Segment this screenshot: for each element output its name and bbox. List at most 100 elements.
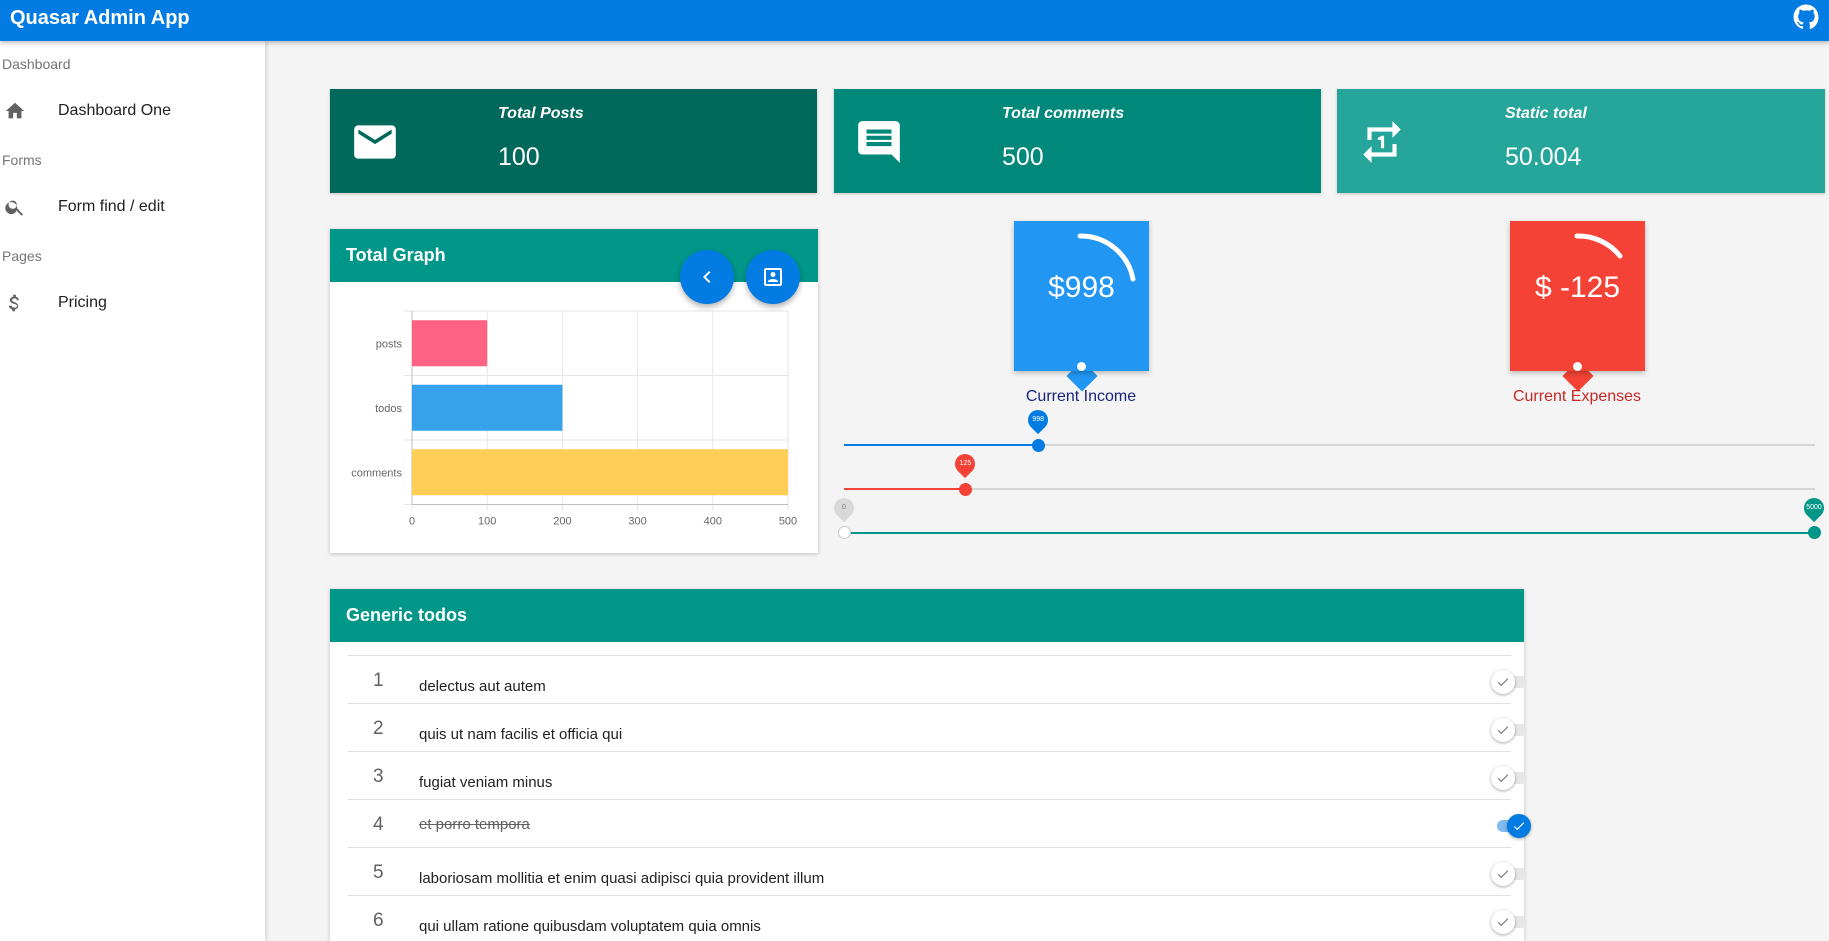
check-icon xyxy=(1497,774,1509,783)
todo-number: 5 xyxy=(373,862,384,883)
category-label: posts xyxy=(376,338,403,350)
slider-thumb[interactable] xyxy=(1032,439,1046,452)
graph-card-title: Total Graph xyxy=(346,245,446,265)
sidebar-item-pricing[interactable]: Pricing xyxy=(0,280,266,328)
todo-text: quis ut nam facilis et officia qui xyxy=(419,726,623,743)
knob-value: $998 xyxy=(1048,271,1115,304)
todo-text-field[interactable]: fugiat veniam minus xyxy=(419,752,1432,800)
x-tick-label: 100 xyxy=(478,516,496,528)
slider-max-thumb[interactable] xyxy=(1808,526,1821,539)
home-icon xyxy=(5,102,25,119)
check-icon xyxy=(1497,918,1509,927)
todo-text: fugiat veniam minus xyxy=(419,774,553,791)
stat-value: 50.004 xyxy=(1505,143,1582,171)
stat-card-total-comments: Total comments 500 xyxy=(834,89,1321,193)
todo-text: qui ullam ratione quibusdam voluptatem q… xyxy=(419,918,761,935)
search-icon xyxy=(5,200,24,216)
expenses-knob[interactable]: $ -125 xyxy=(1510,221,1645,392)
bar-todos xyxy=(412,384,563,431)
sidebar-item-label: Form find / edit xyxy=(58,198,165,215)
todos-card-header: Generic todos xyxy=(330,589,1524,642)
slider-fill xyxy=(844,532,1815,534)
todos-card-title: Generic todos xyxy=(346,605,468,625)
sidebar-item-form-find-edit[interactable]: Form find / edit xyxy=(0,184,266,232)
stat-label: Static total xyxy=(1505,105,1587,122)
stat-card-static-total: Static total 50.004 xyxy=(1337,89,1825,193)
sidebar-header-pages: Pages xyxy=(2,248,42,264)
app-toolbar: Quasar Admin App xyxy=(0,0,1829,41)
todo-row: 5 laboriosam mollitia et enim quasi adip… xyxy=(348,847,1527,896)
x-tick-label: 500 xyxy=(779,516,797,528)
category-label: todos xyxy=(375,403,402,415)
bar-comments xyxy=(412,449,788,496)
todo-text: delectus aut autem xyxy=(419,678,546,695)
check-icon xyxy=(1497,726,1509,735)
todo-row: 1 delectus aut autem xyxy=(348,655,1527,704)
todo-row: 4 et porro tempora xyxy=(348,799,1531,848)
todo-done-toggle[interactable] xyxy=(1491,670,1529,694)
knob-value: $ -125 xyxy=(1534,271,1621,304)
x-tick-label: 200 xyxy=(553,516,571,528)
knob-dot xyxy=(1573,362,1582,371)
todo-done-toggle[interactable] xyxy=(1491,862,1529,886)
todo-done-toggle[interactable] xyxy=(1491,718,1529,742)
todo-done-toggle[interactable] xyxy=(1491,766,1529,790)
todo-text-field[interactable]: qui ullam ratione quibusdam voluptatem q… xyxy=(419,896,1432,941)
x-tick-label: 300 xyxy=(628,516,646,528)
stat-value: 500 xyxy=(1002,143,1044,171)
sidebar-header-dashboard: Dashboard xyxy=(2,56,71,72)
todo-number: 4 xyxy=(373,814,384,835)
sidebar-item-label: Pricing xyxy=(58,294,107,311)
chevron-left-icon xyxy=(703,271,711,283)
knob-dot xyxy=(1077,362,1086,371)
sidebar-item-dashboard-one[interactable]: Dashboard One xyxy=(0,88,266,136)
todo-text: et porro tempora xyxy=(419,816,530,833)
todo-number: 2 xyxy=(373,718,384,739)
check-icon xyxy=(1497,870,1509,879)
todo-text-field[interactable]: et porro tempora xyxy=(419,800,1432,848)
stat-label: Total comments xyxy=(1002,105,1125,122)
x-tick-label: 0 xyxy=(409,516,415,528)
stat-value: 100 xyxy=(498,143,540,171)
github-icon[interactable] xyxy=(1793,4,1819,30)
dollar-icon xyxy=(8,294,19,312)
todo-text-field[interactable]: quis ut nam facilis et officia qui xyxy=(419,704,1432,752)
slider-track xyxy=(844,488,1815,490)
todo-text-field[interactable]: delectus aut autem xyxy=(419,656,1432,704)
category-label: comments xyxy=(351,467,402,479)
sidebar-header-forms: Forms xyxy=(2,152,42,168)
todo-row: 6 qui ullam ratione quibusdam voluptatem… xyxy=(348,895,1527,941)
todo-number: 3 xyxy=(373,766,384,787)
check-icon xyxy=(1513,822,1525,831)
todo-text-field[interactable]: laboriosam mollitia et enim quasi adipis… xyxy=(419,848,1432,896)
mail-icon xyxy=(354,125,396,159)
todo-number: 1 xyxy=(373,670,384,691)
x-tick-label: 400 xyxy=(704,516,722,528)
income-knob[interactable]: $998 xyxy=(1014,221,1149,392)
bar-chart: 0 100 200 300 400 500 posts todos comments xyxy=(351,310,797,528)
contact-card-icon xyxy=(764,268,782,286)
contact-fab-button[interactable] xyxy=(746,250,800,304)
slider-min-label: 0 xyxy=(842,504,846,511)
stat-label: Total Posts xyxy=(498,105,584,122)
total-graph-card: Total Graph 0 100 200 300 400 500 posts todos co… xyxy=(330,229,818,553)
todo-done-toggle[interactable] xyxy=(1491,910,1529,934)
back-fab-button[interactable] xyxy=(680,250,734,304)
slider-min-thumb[interactable] xyxy=(838,526,851,539)
slider-value-label: 125 xyxy=(959,460,972,467)
bar-posts xyxy=(412,320,488,367)
check-icon xyxy=(1497,678,1509,687)
comment-icon xyxy=(858,121,900,163)
todo-done-toggle[interactable] xyxy=(1491,814,1531,838)
sidebar-item-label: Dashboard One xyxy=(58,102,171,119)
graph-card-header: Total Graph xyxy=(330,229,818,282)
todo-row: 2 quis ut nam facilis et officia qui xyxy=(348,703,1527,752)
generic-todos-card: Generic todos 1 delectus aut autem 2 qui… xyxy=(330,589,1531,941)
knob-label-income: Current Income xyxy=(1025,388,1137,405)
slider-max-label: 5000 xyxy=(1806,504,1822,511)
todo-number: 6 xyxy=(373,910,384,931)
slider-thumb[interactable] xyxy=(959,483,973,496)
slider-fill xyxy=(844,444,1039,446)
slider-value-label: 998 xyxy=(1032,416,1045,423)
todo-row: 3 fugiat veniam minus xyxy=(348,751,1527,800)
